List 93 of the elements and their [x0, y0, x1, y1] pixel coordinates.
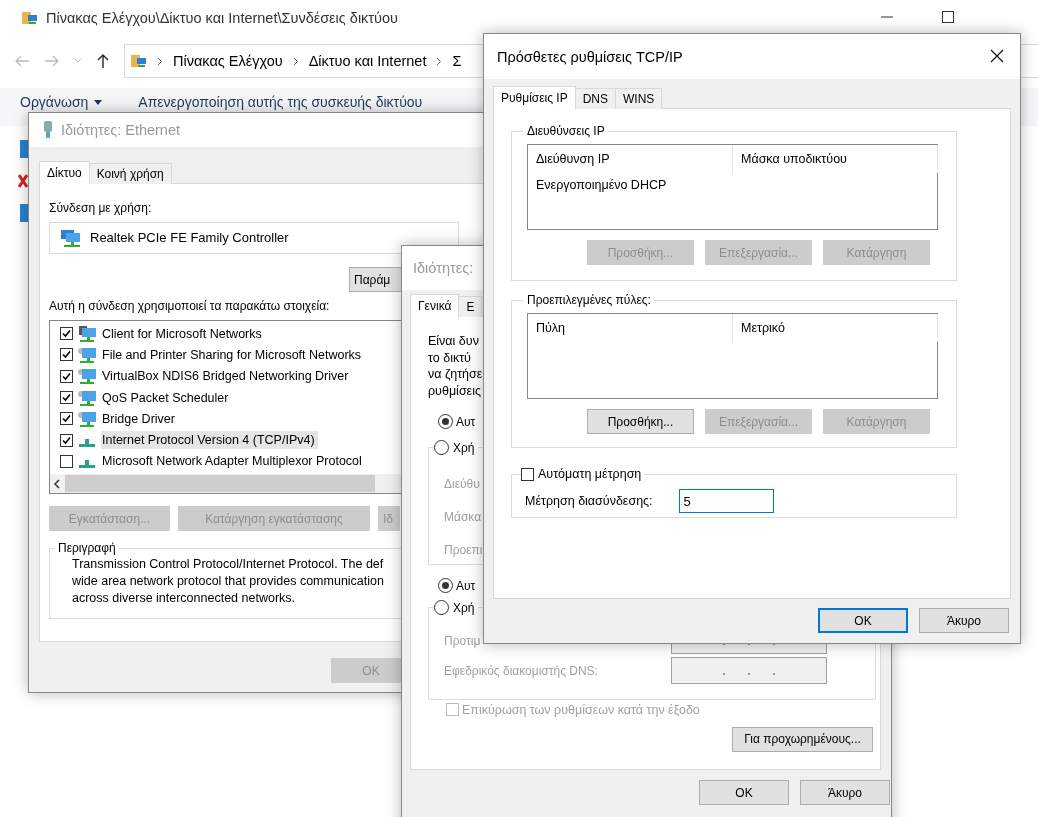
- toolbar-button[interactable]: Οργάνωση: [20, 94, 103, 110]
- breadcrumb-item[interactable]: Σ: [452, 53, 462, 69]
- checkbox[interactable]: [60, 412, 73, 426]
- list-item[interactable]: Bridge Driver: [101, 409, 178, 428]
- chevron-right-icon: [157, 56, 163, 66]
- radio-label: Χρή: [453, 599, 475, 616]
- list-item[interactable]: File and Printer Sharing for Microsoft Networks: [101, 345, 365, 364]
- connect-label: Σύνδεση με χρήση:: [49, 200, 152, 216]
- window-title: Ιδιότητες:: [413, 260, 474, 276]
- radio-button[interactable]: [434, 440, 449, 456]
- window-title: Ιδιότητες: Ethernet: [61, 122, 181, 138]
- list-item[interactable]: VirtualBox NDIS6 Bridged Networking Driver: [101, 367, 352, 386]
- list-item[interactable]: Microsoft Network Adapter Multiplexor Protocol: [101, 452, 365, 471]
- chevron-right-icon: [292, 56, 299, 66]
- column-header[interactable]: Διεύθυνση IP: [528, 145, 733, 173]
- cancel-button[interactable]: Άκυρο: [800, 780, 890, 805]
- checkbox[interactable]: [60, 433, 73, 447]
- ok-button[interactable]: OK: [818, 608, 908, 633]
- list-item[interactable]: Client for Microsoft Networks: [101, 324, 265, 343]
- field-label: Διεύθυ: [444, 476, 480, 493]
- network-icon: [79, 460, 95, 470]
- field-label: Προτιμ: [444, 632, 481, 649]
- checkbox-label: Αυτόματη μέτρηση: [538, 466, 642, 482]
- field-label: Μάσκα: [444, 509, 482, 526]
- scroll-left-icon: [53, 478, 61, 489]
- caret-icon: [94, 99, 103, 105]
- computer-icon: [77, 388, 97, 407]
- checkbox[interactable]: [60, 369, 73, 383]
- checkbox[interactable]: [60, 348, 73, 362]
- configure-button[interactable]: Παράμ: [349, 267, 403, 292]
- list-cell[interactable]: Ενεργοποιημένο DHCP: [528, 173, 733, 197]
- tab[interactable]: Γενικά: [410, 294, 460, 317]
- field-label: Εφεδρικός διακομιστής DNS:: [444, 662, 598, 679]
- checkbox[interactable]: [60, 454, 73, 468]
- computer-icon: [77, 367, 97, 386]
- network-cable-icon: [43, 121, 53, 139]
- column-header[interactable]: Μετρικό: [733, 314, 938, 342]
- ok-button[interactable]: OK: [699, 780, 789, 805]
- close-icon: [990, 49, 1004, 63]
- checkbox[interactable]: [60, 327, 73, 341]
- checkbox[interactable]: [521, 467, 534, 481]
- radio-button[interactable]: [434, 600, 449, 616]
- field-label: Μέτρηση διασύνδεσης:: [525, 493, 653, 509]
- radio-button[interactable]: [438, 578, 453, 594]
- radio-button[interactable]: [438, 414, 453, 430]
- adapter-name: Realtek PCIe FE Family Controller: [90, 230, 289, 246]
- tab[interactable]: Δίκτυο: [39, 161, 90, 184]
- computer-icon: [77, 345, 97, 364]
- network-folder-icon: [22, 11, 38, 25]
- network-adapter-icon: [18, 202, 28, 224]
- network-folder-icon: [131, 54, 147, 68]
- cancel-button[interactable]: Άκυρο: [919, 608, 1009, 633]
- computer-icon: [77, 409, 97, 428]
- error-icon: [18, 174, 28, 188]
- column-header[interactable]: Μάσκα υποδικτύου: [733, 145, 938, 173]
- metric-input[interactable]: 5: [678, 489, 774, 513]
- items-label: Αυτή η σύνδεση χρησιμοποιεί τα παρακάτω στοιχεία:: [49, 298, 330, 314]
- list-item[interactable]: QoS Packet Scheduler: [101, 388, 232, 407]
- group-label: Περιγραφή: [57, 541, 117, 555]
- up-arrow-icon: [96, 53, 110, 69]
- group-label: Προεπιλεγμένες πύλες:: [526, 293, 652, 307]
- checkbox[interactable]: [60, 391, 73, 405]
- list-item[interactable]: Internet Protocol Version 4 (TCP/IPv4): [101, 431, 318, 450]
- chevron-down-icon: [74, 58, 82, 64]
- network-icon: [79, 439, 95, 449]
- tab[interactable]: DNS: [574, 88, 617, 109]
- chevron-right-icon: [436, 56, 443, 66]
- radio-label: Αυτ: [456, 413, 476, 430]
- network-adapter-icon: [60, 228, 82, 248]
- checkbox-label: Επικύρωση των ρυθμίσεων κατά την έξοδο: [462, 701, 700, 718]
- tab[interactable]: Κοινή χρήση: [88, 163, 172, 184]
- toolbar-button[interactable]: Απενεργοποίηση αυτής της συσκευής δικτύου: [138, 94, 423, 110]
- field-label: Προεπι: [444, 542, 483, 559]
- window-title: Πρόσθετες ρυθμίσεις TCP/IP: [497, 48, 683, 65]
- forward-arrow-icon: [44, 54, 60, 68]
- advanced-button[interactable]: Για προχωρημένους...: [732, 726, 873, 752]
- tab[interactable]: Ε: [458, 296, 483, 317]
- back-arrow-icon: [14, 54, 30, 68]
- network-adapter-icon: [18, 138, 28, 160]
- breadcrumb-item[interactable]: Πίνακας Ελέγχου: [173, 53, 283, 69]
- maximize-icon: [941, 10, 955, 24]
- breadcrumb-item[interactable]: Δίκτυο και Internet: [308, 53, 427, 69]
- radio-label: Αυτ: [456, 577, 476, 594]
- tab[interactable]: Ρυθμίσεις IP: [493, 86, 576, 109]
- intro-text: Είναι δυν το δικτύ να ζητήσε ρυθμίσεις: [428, 333, 483, 400]
- tab[interactable]: WINS: [615, 88, 663, 109]
- window-title: Πίνακας Ελέγχου\Δίκτυο και Internet\Συνδέσεις δικτύου: [46, 10, 398, 26]
- description-text: Transmission Control Protocol/Internet Protocol. The def wide area network protocol that provides communication across diverse interconnected networks.: [71, 556, 384, 607]
- action-button[interactable]: Προσθήκη...: [587, 409, 694, 434]
- radio-label: Χρή: [453, 439, 475, 456]
- computer-icon: [77, 324, 97, 343]
- group-label: Διευθύνσεις IP: [526, 124, 606, 138]
- column-header[interactable]: Πύλη: [528, 314, 733, 342]
